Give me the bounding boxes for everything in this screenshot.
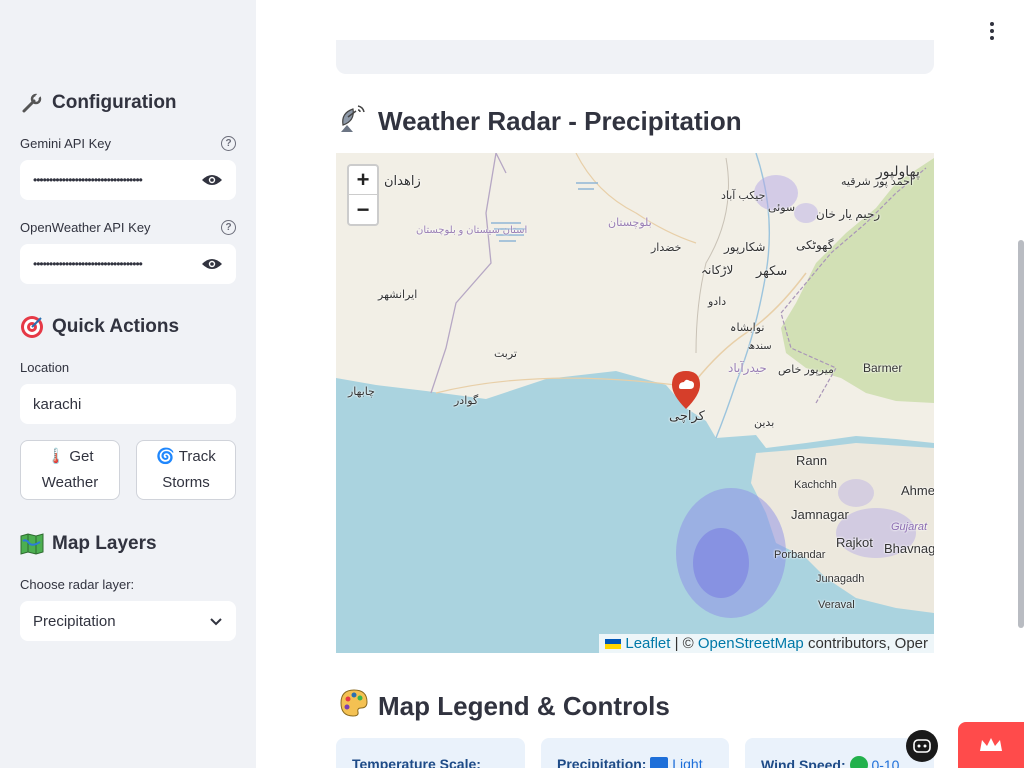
eye-icon[interactable] — [201, 257, 223, 271]
palette-icon — [338, 688, 370, 725]
main-content: Weather Radar - Precipitation پهاولپور ز… — [256, 0, 1024, 768]
map-place-label: Jamnagar — [791, 507, 849, 522]
location-value: karachi — [33, 395, 82, 413]
map-place-label: Ahme — [901, 483, 934, 498]
radar-title: Weather Radar - Precipitation — [378, 106, 742, 136]
map-place-label: جیکب آباد — [721, 190, 766, 202]
map-place-label: ایرانشهر — [378, 289, 418, 301]
ukraine-flag-icon — [605, 639, 622, 650]
zoom-in-button[interactable]: + — [349, 166, 377, 195]
map-place-label: حیدرآباد — [728, 361, 767, 375]
green-circle-icon — [849, 756, 868, 768]
map-place-label: خضدار — [651, 242, 682, 254]
map-place-label: Porbandar — [774, 549, 826, 561]
map-place-label: Gujarat — [891, 521, 928, 533]
gemini-api-key-field[interactable]: •••••••••••••••••••••••••••••••••• — [20, 160, 236, 200]
map-place-label: نوابشاہ — [730, 322, 765, 334]
map-place-label: Rann — [796, 453, 828, 468]
map-layers-heading: Map Layers — [20, 532, 157, 556]
map-place-label: بلوچستان — [608, 217, 652, 229]
get-weather-button[interactable]: 🌡️ Get Weather — [20, 440, 120, 500]
leaflet-link[interactable]: Leaflet — [625, 635, 670, 652]
map-place-label: زاهدان — [384, 173, 421, 188]
chevron-down-icon — [210, 613, 222, 630]
map-place-label: بدین — [754, 417, 775, 429]
map-place-label: رحیم یار خان — [816, 207, 881, 221]
scrollbar[interactable] — [1018, 240, 1024, 628]
map-place-label: گھوٹکی — [796, 238, 834, 252]
map-place-label: Veraval — [818, 599, 855, 611]
map-icon — [20, 532, 44, 556]
crown-icon[interactable] — [958, 722, 1024, 768]
openweather-api-key-label: OpenWeather API Key — [20, 220, 151, 235]
map-place-label: کراچی — [669, 408, 705, 423]
map-place-label: تربت — [494, 348, 517, 360]
configuration-title: Configuration — [52, 92, 177, 113]
wind-speed-label: Wind Speed: — [761, 757, 846, 768]
precipitation-card: Precipitation: Light — [541, 738, 729, 768]
map-place-label: میرپور خاص — [778, 364, 834, 376]
zoom-out-button[interactable]: − — [349, 195, 377, 224]
map-place-label: احمد پور شرقیه — [841, 176, 913, 188]
precipitation-label: Precipitation: — [557, 756, 647, 768]
radar-map[interactable]: پهاولپور زاهدان احمد پور شرقیه سوئی جیکب آبا… — [336, 153, 934, 653]
map-place-label: شکارپور — [724, 240, 766, 254]
satellite-dish-icon — [338, 103, 370, 140]
get-weather-label: 🌡️ Get Weather — [41, 448, 99, 491]
map-place-label: سوئی — [768, 202, 796, 214]
map-place-label: Bhavnag — [884, 541, 934, 556]
legend-title: Map Legend & Controls — [378, 691, 670, 721]
openweather-api-key-field[interactable]: •••••••••••••••••••••••••••••••••• — [20, 244, 236, 284]
radar-layer-label: Choose radar layer: — [20, 577, 135, 592]
quick-actions-heading: Quick Actions — [20, 315, 179, 339]
temperature-scale-label: Temperature Scale: — [352, 756, 481, 768]
precipitation-light-label: Light — [672, 756, 703, 768]
radar-layer-value: Precipitation — [33, 612, 116, 630]
bot-icon[interactable] — [906, 730, 938, 762]
map-place-label: گوادر — [454, 395, 479, 407]
temperature-scale-card: Temperature Scale: — [336, 738, 525, 768]
map-place-label: Kachchh — [794, 479, 837, 491]
radar-heading: Weather Radar - Precipitation — [338, 103, 742, 140]
wind-speed-range: 0-10 — [871, 757, 900, 768]
map-place-label: Barmer — [863, 361, 903, 375]
location-label: Location — [20, 360, 70, 375]
zoom-control: + − — [347, 164, 379, 226]
map-place-label: Rajkot — [836, 535, 873, 550]
blue-square-icon — [650, 757, 669, 768]
map-place-label: سندھ — [748, 341, 772, 352]
location-input[interactable]: karachi — [20, 384, 236, 424]
wrench-icon — [20, 91, 44, 115]
quick-actions-title: Quick Actions — [52, 316, 180, 337]
help-icon[interactable]: ? — [221, 136, 236, 151]
map-place-label: دادو — [708, 296, 727, 308]
track-storms-button[interactable]: 🌀 Track Storms — [136, 440, 236, 500]
map-place-label: سکھر — [756, 263, 788, 278]
configuration-heading: Configuration — [20, 91, 177, 115]
gemini-api-key-label: Gemini API Key — [20, 136, 112, 151]
map-attribution: Leaflet | © OpenStreetMap contributors, … — [599, 634, 934, 653]
eye-icon[interactable] — [201, 173, 223, 187]
openstreetmap-link[interactable]: OpenStreetMap — [698, 635, 804, 652]
attribution-rest: contributors, Oper — [803, 635, 928, 652]
previous-section-box — [336, 40, 934, 74]
map-place-label: چابهار — [348, 386, 375, 398]
map-place-label: استان سیستان و بلوچستان — [416, 225, 528, 236]
gemini-api-key-value: •••••••••••••••••••••••••••••••••• — [33, 173, 143, 187]
target-icon — [20, 315, 44, 339]
sidebar: Configuration Gemini API Key ? •••••••••… — [0, 0, 256, 768]
attribution-separator: | © — [670, 635, 698, 652]
map-place-label: Junagadh — [816, 573, 865, 585]
map-layers-title: Map Layers — [52, 533, 157, 554]
menu-icon[interactable] — [990, 22, 994, 40]
radar-layer-select[interactable]: Precipitation — [20, 601, 236, 641]
map-place-label: لاڑکانہ — [701, 263, 734, 277]
openweather-api-key-value: •••••••••••••••••••••••••••••••••• — [33, 257, 143, 271]
help-icon[interactable]: ? — [221, 220, 236, 235]
legend-heading: Map Legend & Controls — [338, 688, 670, 725]
track-storms-label: 🌀 Track Storms — [156, 448, 216, 491]
